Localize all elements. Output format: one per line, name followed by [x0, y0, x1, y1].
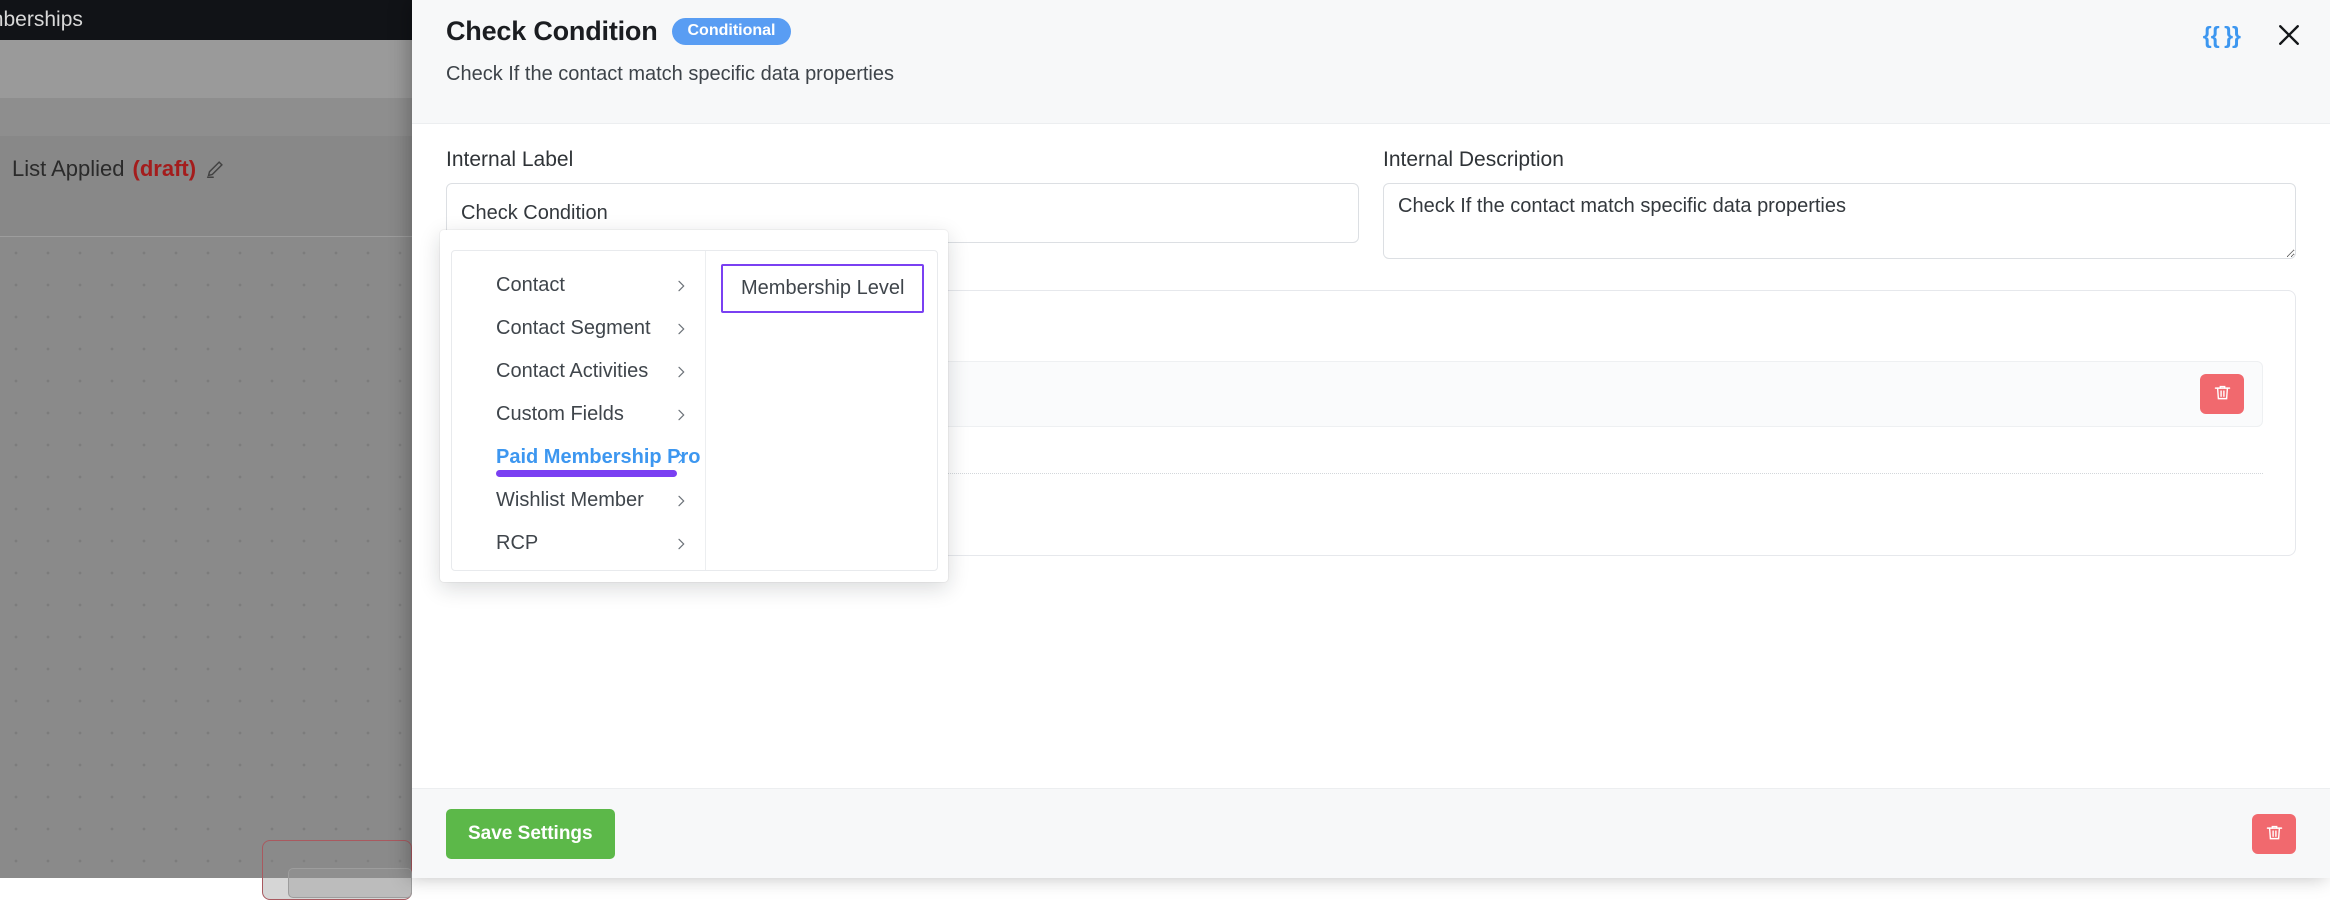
- property-picker-dropdown: Contact Contact Segment: [440, 230, 948, 582]
- merge-tag-icon[interactable]: {{ }}: [2203, 22, 2240, 49]
- internal-description-label: Internal Description: [1383, 148, 2296, 172]
- submenu-item-membership-level[interactable]: Membership Level: [721, 264, 924, 313]
- dropdown-item-wishlist-member[interactable]: Wishlist Member: [452, 479, 705, 522]
- save-settings-button[interactable]: Save Settings: [446, 809, 615, 859]
- close-icon[interactable]: [2274, 20, 2304, 50]
- modal-body: Internal Label Internal Description Chec…: [412, 124, 2330, 788]
- background-flow-canvas: [0, 237, 412, 878]
- dropdown-item-contact-activities[interactable]: Contact Activities: [452, 350, 705, 393]
- internal-label-label: Internal Label: [446, 148, 1359, 172]
- dropdown-item-label: Contact Activities: [496, 360, 648, 383]
- chevron-right-icon: [673, 364, 689, 380]
- chevron-right-icon: [673, 493, 689, 509]
- background-topbar-title: mberships: [0, 8, 83, 32]
- background-list-draft-status: (draft): [133, 156, 197, 182]
- dropdown-item-custom-fields[interactable]: Custom Fields: [452, 393, 705, 436]
- background-list-row-inner: List Applied (draft): [0, 136, 226, 182]
- modal-title-row: Check Condition Conditional: [446, 16, 2296, 47]
- delete-condition-button[interactable]: [2200, 374, 2244, 414]
- modal-footer: Save Settings: [412, 788, 2330, 878]
- property-submenu-list: Membership Level: [706, 251, 941, 570]
- dropdown-item-label: Paid Membership Pro: [496, 446, 701, 469]
- background-subbar: [0, 40, 412, 98]
- internal-description-field: Internal Description Check If the contac…: [1383, 148, 2296, 264]
- dropdown-item-contact[interactable]: Contact: [452, 264, 705, 307]
- chevron-right-icon: [673, 536, 689, 552]
- dropdown-item-contact-segment[interactable]: Contact Segment: [452, 307, 705, 350]
- active-item-underline: [496, 470, 677, 477]
- background-list-row: List Applied (draft): [0, 136, 412, 236]
- page-title: Check Condition: [446, 16, 658, 47]
- dropdown-item-label: Custom Fields: [496, 403, 624, 426]
- dropdown-item-label: Contact Segment: [496, 317, 651, 340]
- background-list-label: List Applied: [12, 156, 125, 182]
- background-flow-card-inner: [288, 868, 412, 898]
- modal-subtitle: Check If the contact match specific data…: [446, 63, 2296, 86]
- status-badge: Conditional: [672, 18, 792, 45]
- modal-header: Check Condition Conditional Check If the…: [412, 0, 2330, 124]
- chevron-right-icon: [673, 278, 689, 294]
- dropdown-item-rcp[interactable]: RCP: [452, 522, 705, 565]
- chevron-right-icon: [673, 450, 689, 466]
- check-condition-modal: Check Condition Conditional Check If the…: [412, 0, 2330, 878]
- modal-header-actions: {{ }}: [2203, 20, 2304, 50]
- delete-node-button[interactable]: [2252, 814, 2296, 854]
- chevron-right-icon: [673, 321, 689, 337]
- trash-icon: [2264, 822, 2285, 846]
- dropdown-item-label: Wishlist Member: [496, 489, 644, 512]
- chevron-right-icon: [673, 407, 689, 423]
- dropdown-item-label: RCP: [496, 532, 538, 555]
- submenu-item-label: Membership Level: [741, 277, 904, 300]
- background-topbar: mberships: [0, 0, 412, 40]
- pencil-icon[interactable]: [204, 158, 226, 180]
- dropdown-item-paid-membership-pro[interactable]: Paid Membership Pro: [452, 436, 705, 479]
- trash-icon: [2212, 382, 2233, 406]
- property-picker-panel: Contact Contact Segment: [451, 250, 938, 571]
- internal-description-input[interactable]: Check If the contact match specific data…: [1383, 183, 2296, 259]
- dropdown-item-label: Contact: [496, 274, 565, 297]
- background-toolbar-strip: [0, 98, 412, 136]
- property-category-list: Contact Contact Segment: [452, 251, 706, 570]
